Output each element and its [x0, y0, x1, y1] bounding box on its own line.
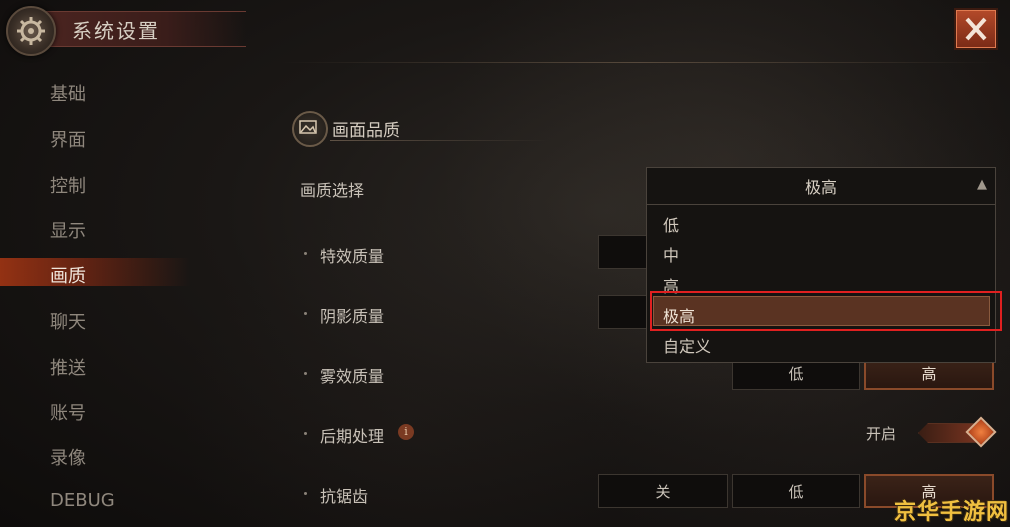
quality-select-label: 画质选择	[300, 181, 365, 200]
sidebar-item-chat[interactable]: 聊天	[50, 308, 86, 334]
dropdown-option-low[interactable]: 低	[663, 212, 679, 236]
bullet-dot	[304, 252, 307, 255]
bullet-dot	[304, 432, 307, 435]
antialiasing-label: 抗锯齿	[320, 487, 369, 506]
aa-option-low[interactable]: 低	[732, 474, 860, 508]
aa-option-off[interactable]: 关	[598, 474, 728, 508]
page-title: 系统设置	[72, 19, 160, 43]
quality-select[interactable]: 极高 ▲	[646, 167, 996, 205]
section-divider	[330, 140, 550, 141]
effects-option[interactable]	[598, 235, 648, 269]
bullet-dot	[304, 312, 307, 315]
close-icon	[965, 17, 987, 41]
quality-select-value: 极高	[804, 178, 837, 197]
sidebar-item-display[interactable]: 显示	[50, 217, 86, 243]
sidebar-active-highlight	[0, 258, 190, 286]
dropdown-option-medium[interactable]: 中	[663, 242, 679, 266]
section-title: 画面品质	[332, 121, 400, 141]
picture-icon	[292, 111, 328, 147]
post-processing-toggle-label: 开启	[866, 425, 897, 443]
header: 系统设置	[0, 0, 1010, 63]
effects-quality-label: 特效质量	[320, 247, 385, 266]
gear-icon	[6, 6, 56, 56]
sidebar-item-account[interactable]: 账号	[50, 399, 86, 425]
sidebar-item-debug[interactable]: DEBUG	[50, 490, 115, 511]
post-processing-toggle[interactable]	[918, 416, 997, 448]
shadow-quality-label: 阴影质量	[320, 307, 385, 326]
shadow-option[interactable]	[598, 295, 648, 329]
bullet-dot	[304, 372, 307, 375]
bullet-dot	[304, 492, 307, 495]
red-highlight-annotation	[650, 291, 1002, 331]
sidebar-item-recording[interactable]: 录像	[50, 444, 86, 470]
sidebar-item-controls[interactable]: 控制	[50, 172, 86, 198]
quality-dropdown-list: 低 中 高 极高 自定义	[646, 205, 996, 363]
header-divider	[280, 62, 1000, 63]
close-button[interactable]	[954, 8, 998, 50]
sidebar-item-interface[interactable]: 界面	[50, 126, 86, 152]
watermark: 京华手游网	[894, 500, 1010, 525]
sidebar-item-basic[interactable]: 基础	[50, 80, 86, 106]
post-processing-label: 后期处理	[320, 427, 385, 446]
chevron-up-icon: ▲	[977, 177, 987, 192]
sidebar-item-graphics[interactable]: 画质	[50, 262, 86, 288]
fog-quality-label: 雾效质量	[320, 367, 385, 386]
dropdown-option-custom[interactable]: 自定义	[663, 333, 711, 357]
sidebar-item-push[interactable]: 推送	[50, 354, 86, 380]
info-icon[interactable]: i	[398, 424, 414, 440]
